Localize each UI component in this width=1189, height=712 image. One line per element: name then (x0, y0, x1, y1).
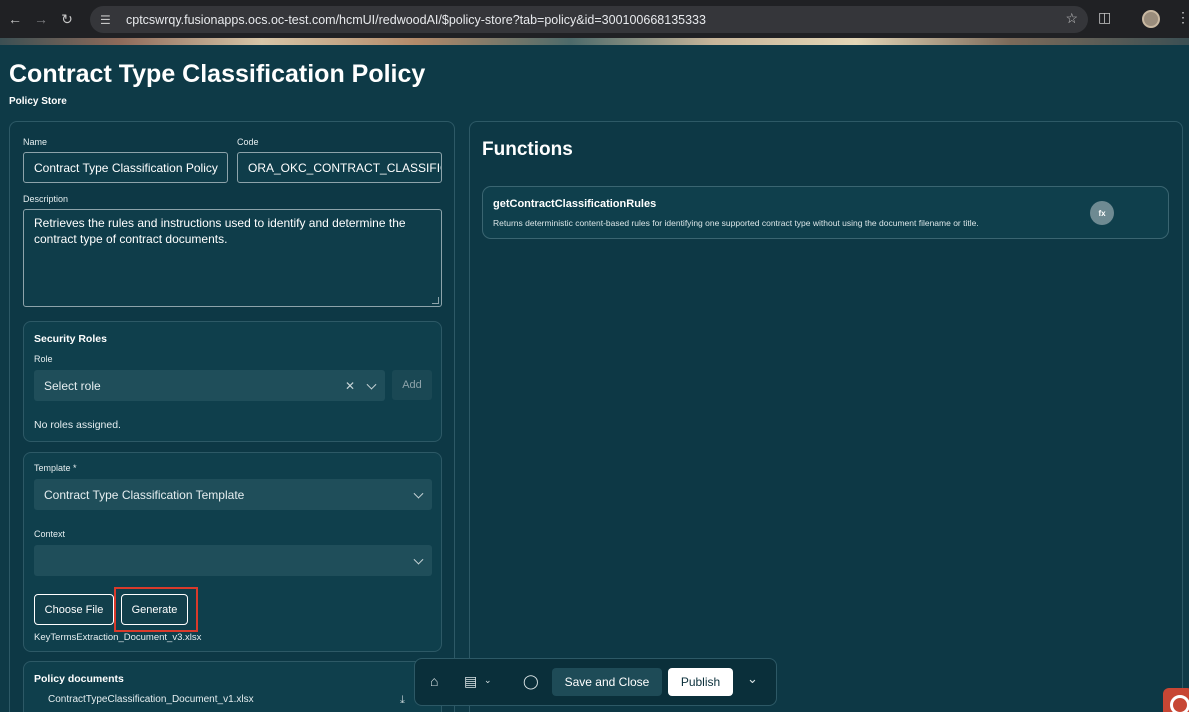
template-card: Template * Contract Type Classification … (23, 452, 442, 652)
context-label: Context (34, 529, 66, 539)
bottom-toolbar: ⌂ ▤ ⌄ ◯ Save and Close Publish ⌄ (414, 658, 777, 706)
feedback-icon[interactable]: ◯ (523, 673, 539, 690)
decorative-banner (0, 38, 1189, 45)
role-select-value: Select role (44, 378, 101, 393)
add-role-button[interactable]: Add (392, 370, 432, 400)
profile-avatar[interactable] (1142, 10, 1160, 28)
name-input[interactable]: Contract Type Classification Policy (23, 152, 228, 183)
save-and-close-button[interactable]: Save and Close (552, 668, 662, 696)
page-subtitle: Policy Store (9, 96, 67, 107)
generate-highlight-box (114, 587, 198, 632)
description-text: Retrieves the rules and instructions use… (34, 216, 406, 246)
page-title: Contract Type Classification Policy (9, 60, 426, 88)
policy-documents-title: Policy documents (34, 673, 124, 685)
function-description: Returns deterministic content-based rule… (493, 218, 979, 228)
clear-icon[interactable]: ✕ (345, 379, 355, 393)
security-roles-title: Security Roles (34, 333, 107, 345)
description-textarea[interactable]: Retrieves the rules and instructions use… (23, 209, 442, 307)
code-input[interactable]: ORA_OKC_CONTRACT_CLASSIFICAT (237, 152, 442, 183)
browser-menu-icon[interactable]: ⋮ (1176, 9, 1189, 26)
back-icon[interactable]: ← (4, 8, 26, 30)
browser-toolbar: ← → ↻ ☰ cptcswrqy.fusionapps.ocs.oc-test… (0, 0, 1189, 38)
choose-file-button[interactable]: Choose File (34, 594, 114, 625)
policy-document-item[interactable]: ContractTypeClassification_Document_v1.x… (48, 694, 254, 705)
function-name: getContractClassificationRules (493, 198, 657, 210)
policy-documents-card: Policy documents ContractTypeClassificat… (23, 661, 442, 712)
function-card[interactable]: getContractClassificationRules Returns d… (482, 186, 1169, 239)
template-select[interactable]: Contract Type Classification Template (34, 479, 432, 510)
template-select-value: Contract Type Classification Template (44, 487, 245, 502)
description-label: Description (23, 194, 69, 204)
chevron-down-icon[interactable] (366, 379, 377, 390)
functions-panel: Functions getContractClassificationRules… (469, 121, 1183, 712)
home-icon[interactable]: ⌂ (430, 673, 438, 689)
download-icon[interactable]: ⤓ (400, 694, 405, 707)
print-icon[interactable]: ▤ (464, 673, 477, 690)
chevron-down-icon[interactable] (413, 488, 424, 499)
resize-handle[interactable] (432, 297, 439, 304)
selected-file-name: KeyTermsExtraction_Document_v3.xlsx (34, 632, 202, 643)
role-label: Role (34, 354, 53, 364)
code-label: Code (237, 137, 259, 147)
role-select[interactable]: Select role ✕ (34, 370, 385, 401)
name-label: Name (23, 137, 48, 147)
policy-details-panel: Name Contract Type Classification Policy… (9, 121, 455, 712)
site-settings-icon[interactable]: ☰ (100, 13, 118, 27)
fx-icon[interactable]: fx (1090, 201, 1114, 225)
reload-icon[interactable]: ↻ (56, 8, 78, 30)
forward-icon[interactable]: → (30, 8, 52, 30)
extensions-icon[interactable]: ◫ (1098, 9, 1111, 26)
url-text: cptcswrqy.fusionapps.ocs.oc-test.com/hcm… (126, 12, 706, 27)
context-select[interactable] (34, 545, 432, 576)
no-roles-text: No roles assigned. (34, 419, 121, 431)
template-label: Template * (34, 463, 77, 473)
address-bar[interactable]: ☰ cptcswrqy.fusionapps.ocs.oc-test.com/h… (90, 6, 1088, 33)
oracle-assistant-icon[interactable] (1163, 688, 1189, 712)
functions-title: Functions (482, 139, 573, 160)
publish-button[interactable]: Publish (668, 668, 733, 696)
chevron-down-icon[interactable] (413, 554, 424, 565)
security-roles-card: Security Roles Role Select role ✕ Add No… (23, 321, 442, 442)
expand-icon[interactable]: ⌄ (747, 671, 758, 687)
chevron-down-icon[interactable]: ⌄ (484, 675, 492, 686)
bookmark-star-icon[interactable]: ☆ (1065, 10, 1078, 27)
